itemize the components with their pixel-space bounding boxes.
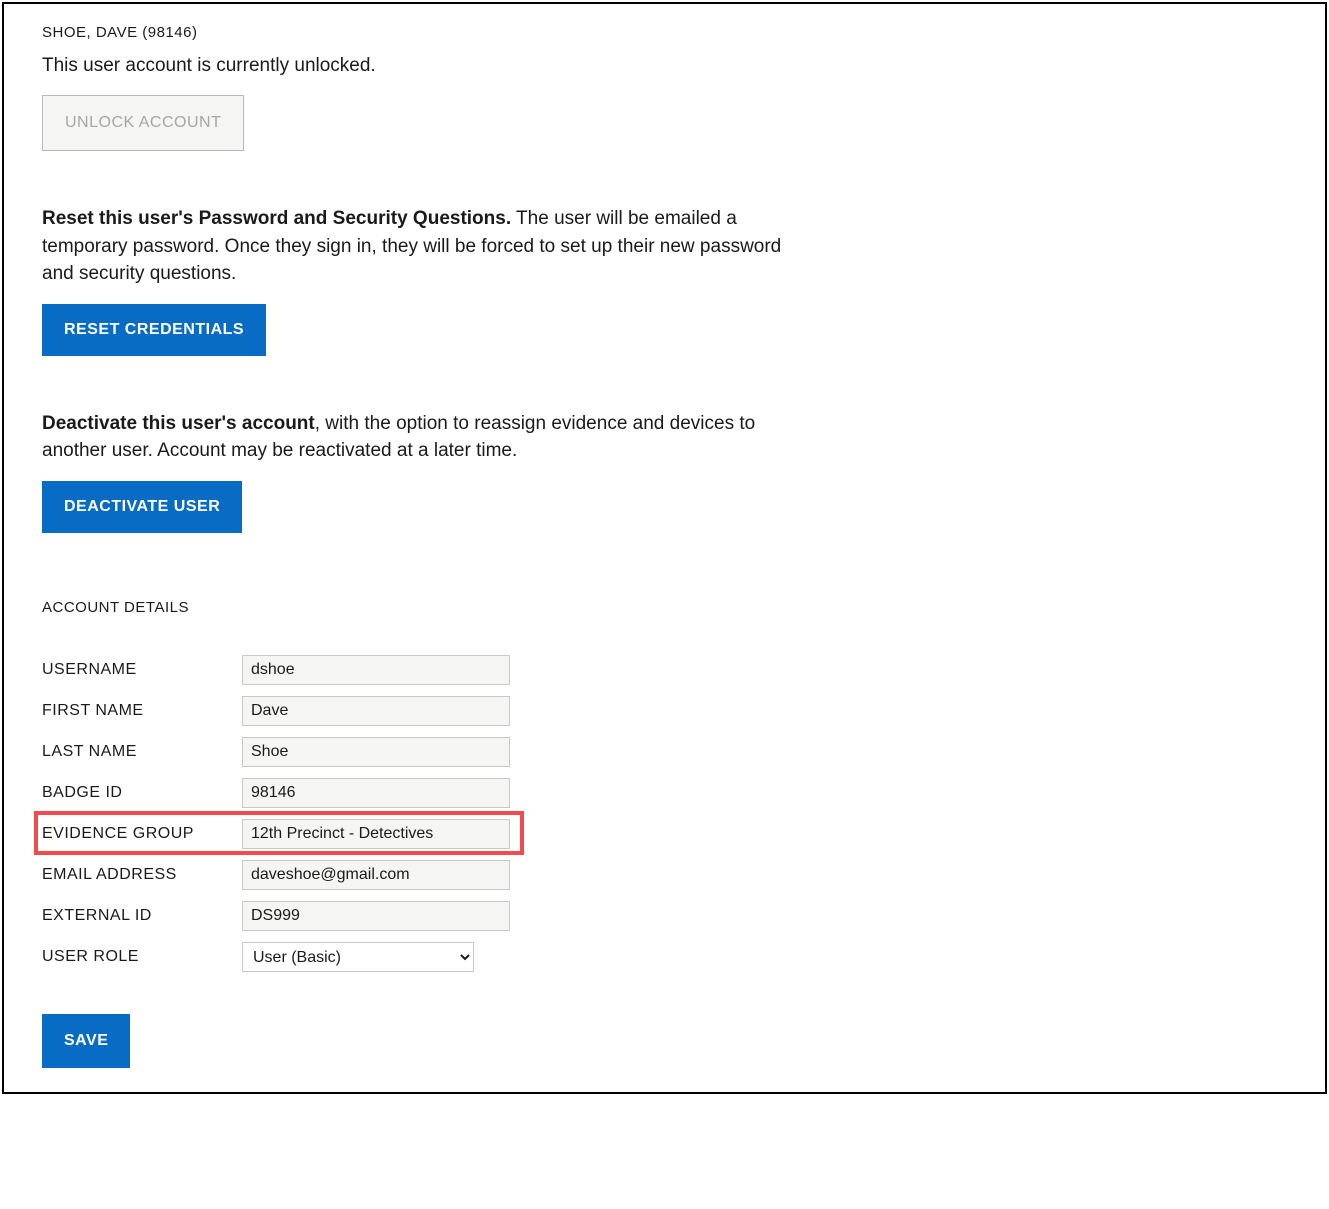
first-name-input[interactable] (242, 696, 510, 726)
evidence-group-row: EVIDENCE GROUP (42, 814, 1287, 855)
user-heading: SHOE, DAVE (98146) (42, 24, 1287, 41)
evidence-group-input[interactable] (242, 819, 510, 849)
reset-credentials-button[interactable]: RESET CREDENTIALS (42, 304, 266, 356)
email-row: EMAIL ADDRESS (42, 855, 1287, 896)
badge-id-label: BADGE ID (42, 784, 242, 802)
deactivate-user-button[interactable]: DEACTIVATE USER (42, 481, 242, 533)
user-role-label: USER ROLE (42, 948, 242, 966)
reset-description: Reset this user's Password and Security … (42, 205, 802, 288)
email-input[interactable] (242, 860, 510, 890)
deactivate-description: Deactivate this user's account, with the… (42, 410, 802, 465)
first-name-label: FIRST NAME (42, 702, 242, 720)
page-container: SHOE, DAVE (98146) This user account is … (2, 2, 1327, 1094)
account-details-form: USERNAME FIRST NAME LAST NAME BADGE ID E… (42, 650, 1287, 978)
unlock-account-button[interactable]: UNLOCK ACCOUNT (42, 95, 244, 151)
deactivate-description-bold: Deactivate this user's account (42, 413, 315, 434)
last-name-input[interactable] (242, 737, 510, 767)
user-role-row: USER ROLE User (Basic) (42, 937, 1287, 978)
email-label: EMAIL ADDRESS (42, 866, 242, 884)
evidence-group-label: EVIDENCE GROUP (42, 825, 242, 843)
badge-id-row: BADGE ID (42, 773, 1287, 814)
badge-id-input[interactable] (242, 778, 510, 808)
last-name-row: LAST NAME (42, 732, 1287, 773)
unlock-status-text: This user account is currently unlocked. (42, 55, 1287, 77)
username-label: USERNAME (42, 661, 242, 679)
last-name-label: LAST NAME (42, 743, 242, 761)
external-id-input[interactable] (242, 901, 510, 931)
reset-description-bold: Reset this user's Password and Security … (42, 208, 511, 229)
external-id-label: EXTERNAL ID (42, 907, 242, 925)
first-name-row: FIRST NAME (42, 691, 1287, 732)
user-role-select[interactable]: User (Basic) (242, 942, 474, 972)
account-details-heading: ACCOUNT DETAILS (42, 599, 1287, 616)
external-id-row: EXTERNAL ID (42, 896, 1287, 937)
username-input[interactable] (242, 655, 510, 685)
save-button[interactable]: SAVE (42, 1014, 130, 1068)
username-row: USERNAME (42, 650, 1287, 691)
